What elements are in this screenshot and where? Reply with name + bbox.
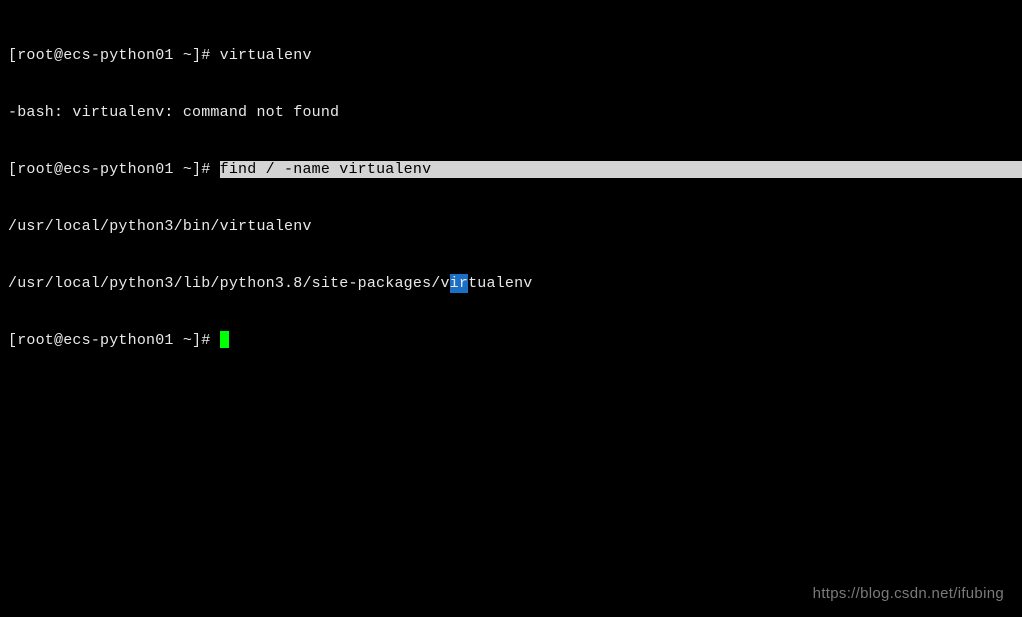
output-text-after: tualenv	[468, 275, 532, 292]
highlighted-padding	[431, 161, 1022, 178]
watermark-text: https://blog.csdn.net/ifubing	[813, 584, 1004, 603]
terminal-line-4: /usr/local/python3/bin/virtualenv	[8, 217, 1014, 236]
shell-prompt: [root@ecs-python01 ~]#	[8, 161, 220, 178]
shell-prompt: [root@ecs-python01 ~]#	[8, 47, 220, 64]
terminal-line-3: [root@ecs-python01 ~]# find / -name virt…	[8, 160, 1014, 179]
terminal-line-5: /usr/local/python3/lib/python3.8/site-pa…	[8, 274, 1014, 293]
terminal-cursor	[220, 331, 229, 348]
watermark-overlay-badge: ir	[450, 274, 468, 293]
terminal-line-6: [root@ecs-python01 ~]#	[8, 331, 1014, 350]
output-text-before: /usr/local/python3/lib/python3.8/site-pa…	[8, 275, 450, 292]
highlighted-command: find / -name virtualenv	[220, 161, 432, 178]
shell-prompt: [root@ecs-python01 ~]#	[8, 332, 220, 349]
terminal-line-1: [root@ecs-python01 ~]# virtualenv	[8, 46, 1014, 65]
shell-command: virtualenv	[220, 47, 312, 64]
terminal-output[interactable]: [root@ecs-python01 ~]# virtualenv -bash:…	[8, 8, 1014, 369]
terminal-line-2: -bash: virtualenv: command not found	[8, 103, 1014, 122]
